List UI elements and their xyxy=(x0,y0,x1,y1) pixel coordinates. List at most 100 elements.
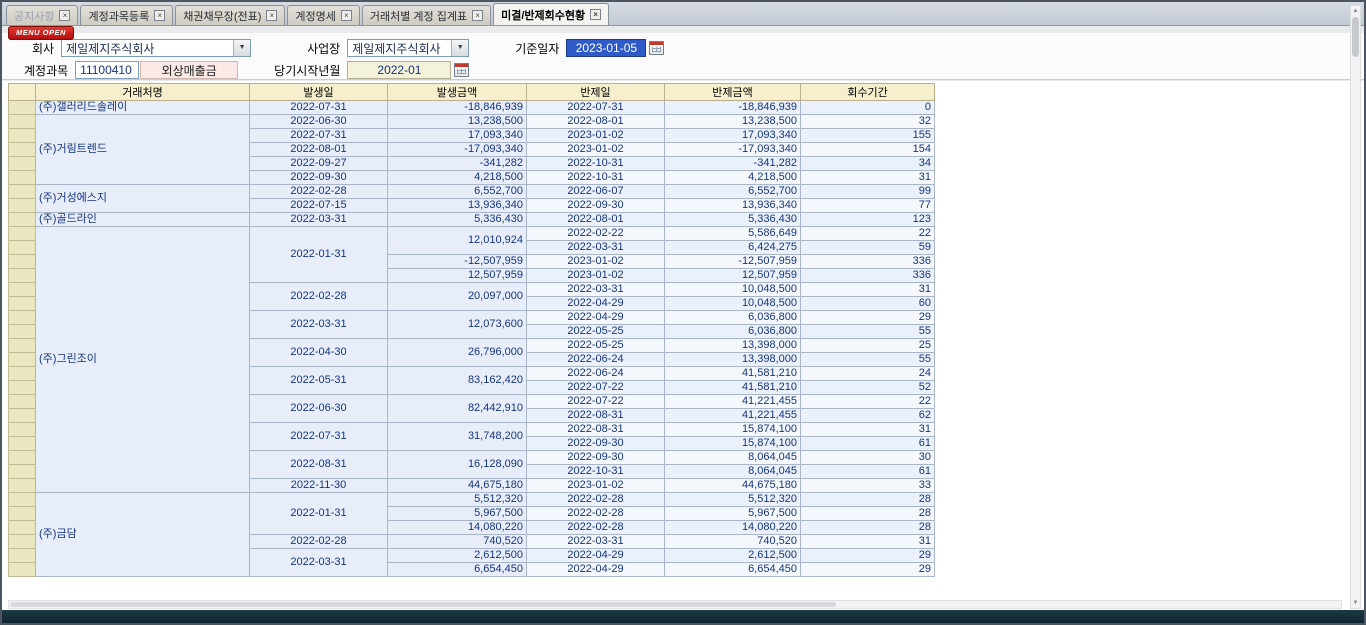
row-selector[interactable] xyxy=(9,269,36,283)
row-selector[interactable] xyxy=(9,353,36,367)
collection-days-cell: 28 xyxy=(801,521,935,535)
occurrence-date-cell: 2022-05-31 xyxy=(250,367,388,395)
row-selector[interactable] xyxy=(9,409,36,423)
calendar-icon[interactable] xyxy=(454,63,469,77)
row-selector[interactable] xyxy=(9,311,36,325)
horizontal-scrollbar[interactable] xyxy=(8,600,1342,609)
settlement-amount-cell: 41,221,455 xyxy=(665,395,801,409)
tab-close-icon[interactable]: × xyxy=(266,10,277,21)
tab-채권채무장(전표)[interactable]: 채권채무장(전표)× xyxy=(175,5,285,25)
scroll-down-icon[interactable]: ▼ xyxy=(1351,598,1360,608)
row-selector[interactable] xyxy=(9,199,36,213)
row-selector[interactable] xyxy=(9,101,36,115)
row-selector[interactable] xyxy=(9,129,36,143)
col-header-2[interactable]: 발생금액 xyxy=(388,84,527,101)
row-selector[interactable] xyxy=(9,423,36,437)
row-selector[interactable] xyxy=(9,227,36,241)
row-selector[interactable] xyxy=(9,339,36,353)
horizontal-scrollbar-thumb[interactable] xyxy=(10,602,836,607)
tab-계정명세[interactable]: 계정명세× xyxy=(287,5,359,25)
collection-status-grid: 거래처명발생일발생금액반제일반제금액회수기간 (주)갤러리드솔레이2022-07… xyxy=(8,83,935,577)
settlement-date-cell: 2022-02-28 xyxy=(527,493,665,507)
collection-days-cell: 29 xyxy=(801,563,935,577)
account-name-field[interactable]: 외상매출금 xyxy=(140,61,238,79)
settlement-date-cell: 2023-01-02 xyxy=(527,143,665,157)
col-header-3[interactable]: 반제일 xyxy=(527,84,665,101)
tab-close-icon[interactable]: × xyxy=(590,9,601,20)
row-selector[interactable] xyxy=(9,213,36,227)
row-selector[interactable] xyxy=(9,451,36,465)
occurrence-date-cell: 2022-11-30 xyxy=(250,479,388,493)
col-header-5[interactable]: 회수기간 xyxy=(801,84,935,101)
tab-close-icon[interactable]: × xyxy=(341,10,352,21)
row-selector[interactable] xyxy=(9,367,36,381)
scroll-up-icon[interactable]: ▲ xyxy=(1351,6,1360,16)
grid-header-row: 거래처명발생일발생금액반제일반제금액회수기간 xyxy=(9,84,935,101)
row-selector[interactable] xyxy=(9,395,36,409)
row-selector[interactable] xyxy=(9,479,36,493)
account-code-input[interactable]: 11100410 xyxy=(75,61,139,79)
row-selector[interactable] xyxy=(9,535,36,549)
col-header-0[interactable]: 거래처명 xyxy=(36,84,250,101)
settlement-date-cell: 2022-08-01 xyxy=(527,213,665,227)
menu-open-button[interactable]: MENU OPEN xyxy=(8,26,74,40)
start-month-label: 당기시작년월 xyxy=(274,62,340,79)
tab-공지사항[interactable]: 공지사항× xyxy=(6,5,78,25)
base-date-input[interactable]: 2023-01-05 xyxy=(566,39,646,57)
occurrence-date-cell: 2022-02-28 xyxy=(250,185,388,199)
account-label: 계정과목 xyxy=(24,62,68,79)
row-selector[interactable] xyxy=(9,143,36,157)
settlement-amount-cell: 4,218,500 xyxy=(665,171,801,185)
tab-거래처별 계정 집계표[interactable]: 거래처별 계정 집계표× xyxy=(362,5,491,25)
tab-close-icon[interactable]: × xyxy=(59,10,70,21)
row-selector[interactable] xyxy=(9,507,36,521)
calendar-icon[interactable] xyxy=(649,41,664,55)
row-selector[interactable] xyxy=(9,241,36,255)
chevron-down-icon[interactable]: ▼ xyxy=(233,40,250,56)
occurrence-amount-cell: 16,128,090 xyxy=(388,451,527,479)
vertical-scrollbar-thumb[interactable] xyxy=(1352,17,1359,57)
row-selector[interactable] xyxy=(9,297,36,311)
tab-close-icon[interactable]: × xyxy=(472,10,483,21)
col-header-4[interactable]: 반제금액 xyxy=(665,84,801,101)
row-selector[interactable] xyxy=(9,563,36,577)
occurrence-amount-cell: 740,520 xyxy=(388,535,527,549)
grid-row: (주)거성에스지2022-02-286,552,7002022-06-076,5… xyxy=(9,185,935,199)
site-value: 제일제지주식회사 xyxy=(348,40,451,57)
settlement-date-cell: 2022-10-31 xyxy=(527,465,665,479)
collection-days-cell: 123 xyxy=(801,213,935,227)
row-selector[interactable] xyxy=(9,325,36,339)
tab-계정과목등록[interactable]: 계정과목등록× xyxy=(80,5,173,25)
row-selector[interactable] xyxy=(9,381,36,395)
site-select[interactable]: 제일제지주식회사 ▼ xyxy=(347,39,469,57)
company-select[interactable]: 제일제지주식회사 ▼ xyxy=(61,39,251,57)
vertical-scrollbar[interactable]: ▲ ▼ xyxy=(1350,5,1361,609)
row-selector[interactable] xyxy=(9,255,36,269)
occurrence-date-cell: 2022-07-31 xyxy=(250,129,388,143)
row-selector[interactable] xyxy=(9,437,36,451)
row-selector[interactable] xyxy=(9,283,36,297)
row-selector[interactable] xyxy=(9,521,36,535)
row-selector[interactable] xyxy=(9,115,36,129)
settlement-date-cell: 2022-05-25 xyxy=(527,325,665,339)
chevron-down-icon[interactable]: ▼ xyxy=(451,40,468,56)
tab-label: 미결/반제회수현황 xyxy=(501,7,585,23)
row-selector[interactable] xyxy=(9,185,36,199)
settlement-amount-cell: 6,552,700 xyxy=(665,185,801,199)
row-selector[interactable] xyxy=(9,493,36,507)
row-selector[interactable] xyxy=(9,171,36,185)
row-selector[interactable] xyxy=(9,465,36,479)
row-selector[interactable] xyxy=(9,157,36,171)
start-month-input[interactable]: 2022-01 xyxy=(347,61,451,79)
collection-days-cell: 52 xyxy=(801,381,935,395)
collection-days-cell: 0 xyxy=(801,101,935,115)
row-selector[interactable] xyxy=(9,549,36,563)
settlement-date-cell: 2022-02-22 xyxy=(527,227,665,241)
occurrence-amount-cell: 5,967,500 xyxy=(388,507,527,521)
settlement-date-cell: 2022-03-31 xyxy=(527,535,665,549)
col-header-1[interactable]: 발생일 xyxy=(250,84,388,101)
tab-close-icon[interactable]: × xyxy=(154,10,165,21)
tab-미결/반제회수현황[interactable]: 미결/반제회수현황 × xyxy=(493,3,609,25)
settlement-date-cell: 2022-02-28 xyxy=(527,521,665,535)
collection-days-cell: 31 xyxy=(801,535,935,549)
